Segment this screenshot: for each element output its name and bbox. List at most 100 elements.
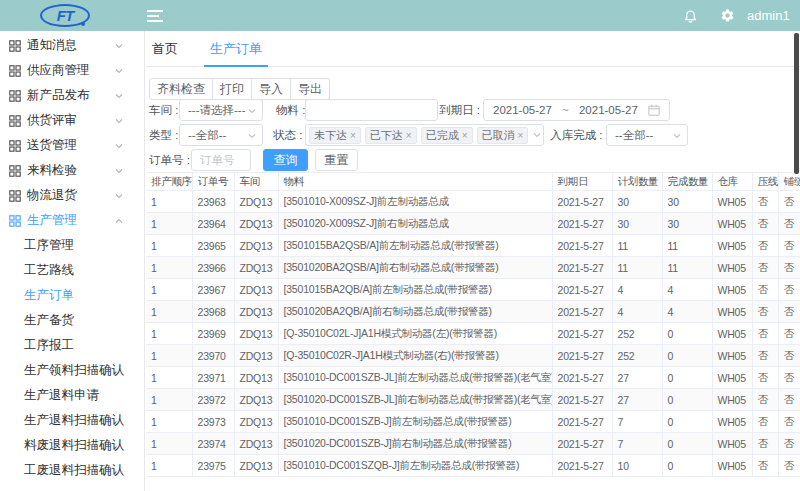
tag-close-icon[interactable]: ×	[406, 130, 412, 141]
table-row[interactable]: 123969ZDQ13[Q-35010C02L-J]A1H模式制动器(左)(带报…	[146, 323, 800, 345]
bell-icon[interactable]	[683, 8, 698, 23]
table-cell: 2021-5-27	[552, 455, 612, 477]
table-cell: 27	[612, 367, 662, 389]
sidebar-item[interactable]: 供应商管理	[0, 58, 144, 83]
status-tag[interactable]: 未下达×	[309, 127, 361, 144]
column-header: 订单号	[192, 173, 234, 191]
table-cell: 否	[778, 279, 800, 301]
toolbar-button[interactable]: 打印	[213, 78, 252, 100]
sidebar-item-label: 供应商管理	[27, 62, 90, 79]
grid-icon	[9, 65, 21, 77]
sidebar-subitem[interactable]: 生产订单	[0, 283, 144, 308]
type-select[interactable]: --全部--	[179, 124, 263, 146]
table-row[interactable]: 123968ZDQ13[3501020BA2QB/A]前右制动器总成(带报警器)…	[146, 301, 800, 323]
username[interactable]: admin1	[747, 0, 790, 31]
vertical-scrollbar-thumb[interactable]	[794, 33, 799, 174]
status-tag[interactable]: 已取消×	[477, 127, 529, 144]
table-cell: 252	[612, 323, 662, 345]
status-multiselect[interactable]: 未下达×已下达×已完成×已取消×	[305, 124, 544, 146]
date-to[interactable]: 2021-05-27	[579, 100, 638, 120]
status-tag[interactable]: 已完成×	[421, 127, 473, 144]
sidebar-subitem[interactable]: 生产退料申请	[0, 383, 144, 408]
table-row[interactable]: 123974ZDQ13[3501020-DC001SZB-J]前右制动器总成(带…	[146, 433, 800, 455]
sidebar-item[interactable]: 生产管理	[0, 208, 144, 233]
table-row[interactable]: 123964ZDQ13[3501020-X009SZ-J]前右制动器总成2021…	[146, 213, 800, 235]
logo-dot	[81, 22, 85, 26]
table-cell: [3501020BA2QB/A]前右制动器总成(带报警器)	[278, 301, 552, 323]
sidebar-subitem[interactable]: 工艺路线	[0, 258, 144, 283]
material-label: 物料 :	[276, 99, 305, 121]
table-row[interactable]: 123970ZDQ13[Q-35010C02R-J]A1H模式制动器(右)(带报…	[146, 345, 800, 367]
due-date-range[interactable]: 2021-05-27 ~ 2021-05-27	[483, 99, 670, 121]
table-row[interactable]: 123975ZDQ13[3501010-DC001SZQB-J]前左制动器总成(…	[146, 455, 800, 477]
tag-close-icon[interactable]: ×	[350, 130, 356, 141]
table-row[interactable]: 123973ZDQ13[3501010-DC001SZB-J]前左制动器总成(带…	[146, 411, 800, 433]
table-cell: 23975	[192, 455, 234, 477]
table-cell: 否	[752, 279, 778, 301]
table-cell: 23965	[192, 235, 234, 257]
stock-in-select[interactable]: --全部--	[606, 124, 688, 146]
table-cell: 23967	[192, 279, 234, 301]
table-row[interactable]: 123967ZDQ13[3501015BA2QB/A]前左制动器总成(带报警器)…	[146, 279, 800, 301]
date-from[interactable]: 2021-05-27	[493, 100, 552, 120]
table-cell: 否	[778, 213, 800, 235]
table-cell: [3501015BA2QSB/A]前左制动器总成(带报警器)	[278, 235, 552, 257]
status-tag[interactable]: 已下达×	[365, 127, 417, 144]
table-cell: WH05	[712, 279, 752, 301]
sidebar-item[interactable]: 新产品发布	[0, 83, 144, 108]
tag-close-icon[interactable]: ×	[518, 130, 524, 141]
tab-item[interactable]: 首页	[146, 31, 184, 67]
table-cell: 否	[778, 235, 800, 257]
sidebar-item[interactable]: 来料检验	[0, 158, 144, 183]
table-cell: 否	[778, 301, 800, 323]
table-cell: 否	[778, 411, 800, 433]
sidebar-subitem[interactable]: 工序报工	[0, 333, 144, 358]
order-no-input[interactable]: 订单号	[191, 149, 251, 171]
material-input[interactable]	[305, 99, 438, 121]
table-cell: 否	[778, 367, 800, 389]
table-cell: 0	[662, 433, 712, 455]
table-row[interactable]: 123966ZDQ13[3501020BA2QSB/A]前右制动器总成(带报警器…	[146, 257, 800, 279]
toolbar-button[interactable]: 导入	[252, 78, 291, 100]
table-cell: 1	[146, 323, 192, 345]
sidebar-item-label: 来料检验	[27, 162, 77, 179]
table-cell: ZDQ13	[234, 433, 278, 455]
sidebar-item[interactable]: 物流退货	[0, 183, 144, 208]
toolbar-button[interactable]: 齐料检查	[149, 78, 213, 100]
table-header-row: 排产顺序订单号车间物料到期日计划数量完成数量仓库压线铺缝	[146, 173, 800, 191]
table-cell: ZDQ13	[234, 389, 278, 411]
grid-icon	[9, 215, 21, 227]
reset-button[interactable]: 重置	[315, 149, 358, 171]
sidebar-subitem[interactable]: 生产退料扫描确认	[0, 408, 144, 433]
table-row[interactable]: 123963ZDQ13[3501010-X009SZ-J]前左制动器总成2021…	[146, 191, 800, 213]
sidebar-subitem[interactable]: 生产领料扫描确认	[0, 358, 144, 383]
table-cell: 2021-5-27	[552, 257, 612, 279]
column-header: 排产顺序	[146, 173, 192, 191]
gear-icon[interactable]	[720, 8, 735, 23]
sidebar-item[interactable]: 通知消息	[0, 33, 144, 58]
sidebar-item[interactable]: 送货管理	[0, 133, 144, 158]
table-row[interactable]: 123971ZDQ13[3501010-DC001SZB-JL]前左制动器总成(…	[146, 367, 800, 389]
collapse-menu-icon[interactable]	[147, 10, 163, 22]
status-label: 状态 :	[273, 124, 302, 146]
tag-close-icon[interactable]: ×	[462, 130, 468, 141]
table-row[interactable]: 123972ZDQ13[3501020-DC001SZB-JL]前右制动器总成(…	[146, 389, 800, 411]
table-cell: 23973	[192, 411, 234, 433]
table-row[interactable]: 123965ZDQ13[3501015BA2QSB/A]前左制动器总成(带报警器…	[146, 235, 800, 257]
sidebar-menu: 通知消息供应商管理新产品发布供货评审送货管理来料检验物流退货生产管理工序管理工艺…	[0, 31, 145, 491]
tab-active[interactable]: 生产订单	[204, 31, 268, 67]
table-cell: ZDQ13	[234, 235, 278, 257]
toolbar-button[interactable]: 导出	[291, 78, 330, 100]
sidebar-item[interactable]: 供货评审	[0, 108, 144, 133]
status-tag-label: 已完成	[426, 128, 459, 143]
table-cell: 2021-5-27	[552, 279, 612, 301]
sidebar-subitem[interactable]: 生产备货	[0, 308, 144, 333]
table-cell: 11	[612, 257, 662, 279]
sidebar-item-label: 送货管理	[27, 137, 77, 154]
workshop-select[interactable]: ---请选择---	[179, 99, 263, 121]
sidebar-subitem[interactable]: 工序管理	[0, 233, 144, 258]
sidebar-subitem[interactable]: 工废退料扫描确认	[0, 458, 144, 483]
search-button[interactable]: 查询	[263, 149, 308, 171]
table-cell: ZDQ13	[234, 455, 278, 477]
sidebar-subitem[interactable]: 料废退料扫描确认	[0, 433, 144, 458]
